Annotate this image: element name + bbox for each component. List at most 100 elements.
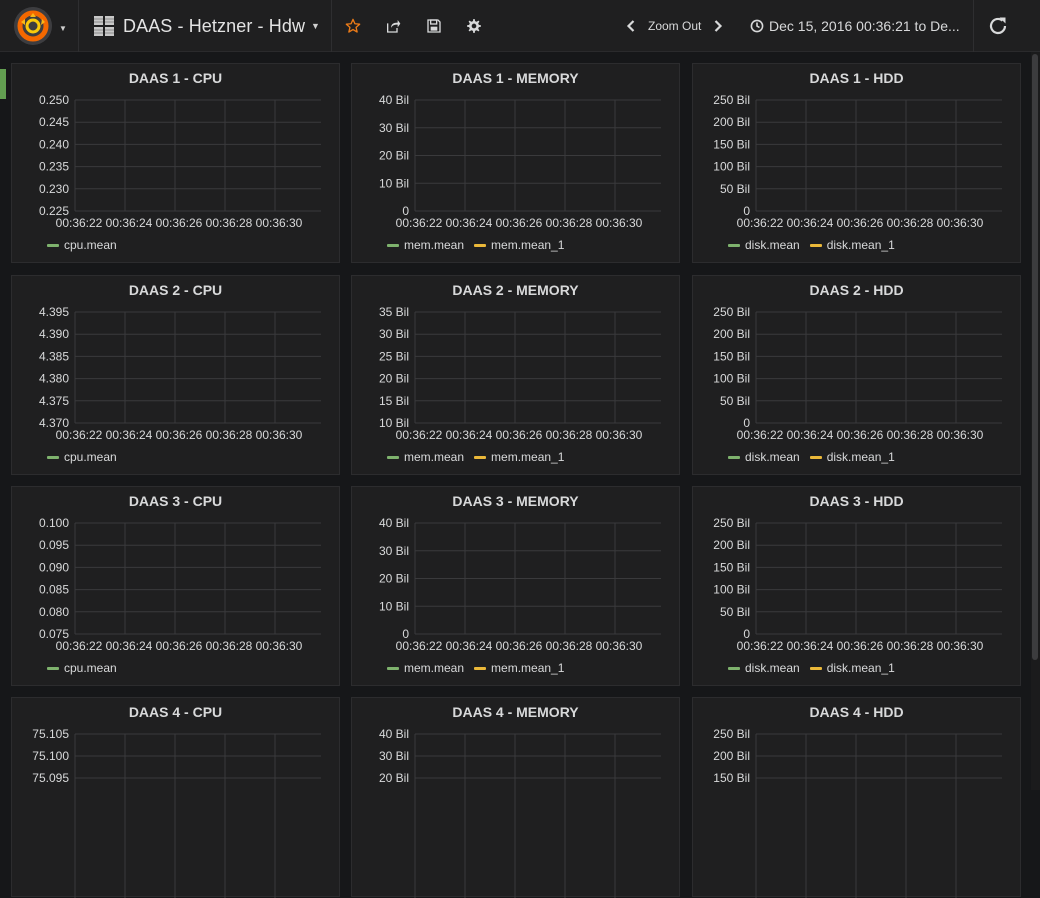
legend-label: disk.mean xyxy=(745,450,800,464)
y-tick-label: 150 Bil xyxy=(713,560,750,574)
graph-plot[interactable]: 250 Bil 200 Bil 150 Bil xyxy=(693,698,1022,898)
y-tick-label: 20 Bil xyxy=(379,149,409,163)
x-tick-label: 00:36:22 xyxy=(396,216,443,230)
legend-item[interactable]: cpu.mean xyxy=(47,450,117,464)
x-tick-label: 00:36:28 xyxy=(546,639,593,653)
legend-item[interactable]: cpu.mean xyxy=(47,238,117,252)
legend-item[interactable]: disk.mean xyxy=(728,450,800,464)
y-tick-label: 0.230 xyxy=(39,182,69,196)
graph-panel[interactable]: DAAS 3 - HDD 250 Bil 200 Bil 150 Bil 100 Bil… xyxy=(692,486,1021,686)
graph-plot[interactable]: 250 Bil200 Bil150 Bil100 Bil50 Bil000:36… xyxy=(693,487,1022,687)
legend-item[interactable]: cpu.mean xyxy=(47,661,117,675)
legend-item[interactable]: mem.mean_1 xyxy=(474,450,564,464)
graph-legend: disk.mean disk.mean_1 xyxy=(728,450,905,464)
legend-item[interactable]: mem.mean_1 xyxy=(474,238,564,252)
graph-panel[interactable]: DAAS 2 - MEMORY 35 Bil 30 Bil 25 Bil 20 Bil 1… xyxy=(351,275,680,475)
x-tick-label: 00:36:28 xyxy=(546,216,593,230)
chevron-left-icon[interactable] xyxy=(624,19,638,33)
legend-label: mem.mean xyxy=(404,450,465,464)
graph-panel[interactable]: DAAS 1 - CPU 0.250 0.245 0.240 0.235 0.230 0.2… xyxy=(11,63,340,263)
graph-plot[interactable]: 40 Bil30 Bil20 Bil10 Bil000:36:22 00:36:2… xyxy=(352,487,681,687)
graph-plot[interactable]: 40 Bil30 Bil20 Bil10 Bil000:36:22 00:36:2… xyxy=(352,64,681,264)
save-dashboard-button[interactable] xyxy=(421,13,447,39)
x-tick-label: 00:36:30 xyxy=(256,428,303,442)
y-tick-label: 50 Bil xyxy=(720,605,750,619)
dashboard-settings-button[interactable] xyxy=(461,13,487,39)
graph-panel[interactable]: DAAS 2 - CPU 4.395 4.390 4.385 4.380 4.375 4.3… xyxy=(11,275,340,475)
x-tick-label: 00:36:28 xyxy=(206,216,253,230)
legend-item[interactable]: disk.mean_1 xyxy=(809,450,895,464)
clock-icon xyxy=(750,19,764,33)
graph-legend: disk.mean disk.mean_1 xyxy=(728,661,905,675)
graph-panel[interactable]: DAAS 1 - MEMORY 40 Bil 30 Bil 20 Bil 10 Bil 0… xyxy=(351,63,680,263)
y-tick-label: 0.085 xyxy=(39,583,69,597)
graph-plot[interactable]: 40 Bil 30 Bil 20 Bil xyxy=(352,698,681,898)
graph-panel[interactable]: DAAS 1 - HDD 250 Bil 200 Bil 150 Bil 100 Bil… xyxy=(692,63,1021,263)
y-tick-label: 200 Bil xyxy=(713,115,750,129)
legend-item[interactable]: disk.mean_1 xyxy=(809,661,895,675)
graph-panel[interactable]: DAAS 3 - MEMORY 40 Bil 30 Bil 20 Bil 10 Bil 0… xyxy=(351,486,680,686)
page-scrollbar[interactable] xyxy=(1031,52,1040,790)
x-tick-label: 00:36:26 xyxy=(837,216,884,230)
x-tick-label: 00:36:22 xyxy=(737,639,784,653)
graph-plot[interactable]: 0.2500.2450.2400.2350.2300.22500:36:22 00… xyxy=(12,64,341,264)
legend-label: mem.mean_1 xyxy=(491,238,565,252)
x-tick-label: 00:36:24 xyxy=(446,428,493,442)
graph-plot[interactable]: 35 Bil30 Bil25 Bil20 Bil15 Bil10 Bil00:3… xyxy=(352,276,681,476)
x-tick-label: 00:36:30 xyxy=(256,216,303,230)
legend-item[interactable]: mem.mean xyxy=(387,238,464,252)
x-tick-label: 00:36:22 xyxy=(56,216,103,230)
scrollbar-thumb[interactable] xyxy=(1032,54,1038,660)
legend-item[interactable]: disk.mean xyxy=(728,661,800,675)
legend-color-swatch xyxy=(809,243,822,247)
graph-plot[interactable]: 0.1000.0950.0900.0850.0800.07500:36:22 00… xyxy=(12,487,341,687)
legend-item[interactable]: mem.mean xyxy=(387,450,464,464)
y-tick-label: 75.105 xyxy=(32,727,69,741)
graph-panel[interactable]: DAAS 4 - MEMORY 40 Bil 30 Bil 20 Bil xyxy=(351,697,681,898)
zoom-out-button[interactable]: Zoom Out xyxy=(648,19,701,33)
share-dashboard-button[interactable] xyxy=(380,13,406,39)
legend-color-swatch xyxy=(474,243,487,247)
refresh-icon[interactable] xyxy=(986,14,1010,38)
legend-item[interactable]: disk.mean xyxy=(728,238,800,252)
legend-item[interactable]: mem.mean xyxy=(387,661,464,675)
legend-item[interactable]: disk.mean_1 xyxy=(809,238,895,252)
row-collapse-handle[interactable] xyxy=(0,69,6,99)
y-tick-label: 25 Bil xyxy=(379,349,409,363)
y-tick-label: 250 Bil xyxy=(713,305,750,319)
caret-down-icon: ▼ xyxy=(59,24,67,33)
dashboard-search-button[interactable]: DAAS - Hetzner - Hdw ▼ xyxy=(94,14,320,38)
star-dashboard-button[interactable] xyxy=(340,13,366,39)
graph-panel[interactable]: DAAS 3 - CPU 0.100 0.095 0.090 0.085 0.080 0.0… xyxy=(11,486,340,686)
graph-panel[interactable]: DAAS 2 - HDD 250 Bil 200 Bil 150 Bil 100 Bil… xyxy=(692,275,1021,475)
graph-plot[interactable]: 4.3954.3904.3854.3804.3754.37000:36:22 00… xyxy=(12,276,341,476)
y-tick-label: 15 Bil xyxy=(379,394,409,408)
graph-panel[interactable]: DAAS 4 - HDD 250 Bil 200 Bil 150 Bil xyxy=(692,697,1022,898)
graph-plot[interactable]: 75.105 75.100 75.095 xyxy=(12,698,341,898)
caret-down-icon: ▼ xyxy=(311,21,320,31)
y-tick-label: 0.080 xyxy=(39,605,69,619)
time-range-picker[interactable]: Dec 15, 2016 00:36:21 to De... xyxy=(750,14,960,38)
x-tick-label: 00:36:28 xyxy=(206,639,253,653)
y-tick-label: 4.380 xyxy=(39,372,69,386)
graph-legend: cpu.mean xyxy=(47,661,127,675)
graph-legend: disk.mean disk.mean_1 xyxy=(728,238,905,252)
legend-label: mem.mean_1 xyxy=(491,661,565,675)
x-tick-label: 00:36:30 xyxy=(596,639,643,653)
x-tick-label: 00:36:24 xyxy=(446,216,493,230)
graph-plot[interactable]: 250 Bil200 Bil150 Bil100 Bil50 Bil000:36… xyxy=(693,276,1022,476)
x-tick-label: 00:36:26 xyxy=(496,428,543,442)
graph-legend: mem.mean mem.mean_1 xyxy=(387,450,574,464)
graph-panel[interactable]: DAAS 4 - CPU 75.105 75.100 75.095 xyxy=(11,697,341,898)
y-tick-label: 10 Bil xyxy=(379,599,409,613)
graph-plot[interactable]: 250 Bil200 Bil150 Bil100 Bil50 Bil000:36… xyxy=(693,64,1022,264)
grafana-menu-button[interactable]: ▼ xyxy=(10,6,70,46)
x-tick-label: 00:36:22 xyxy=(737,428,784,442)
x-tick-label: 00:36:22 xyxy=(396,639,443,653)
x-tick-label: 00:36:24 xyxy=(106,639,153,653)
y-tick-label: 4.390 xyxy=(39,327,69,341)
chevron-right-icon[interactable] xyxy=(711,19,725,33)
y-tick-label: 30 Bil xyxy=(379,544,409,558)
x-tick-label: 00:36:30 xyxy=(596,428,643,442)
legend-item[interactable]: mem.mean_1 xyxy=(474,661,564,675)
